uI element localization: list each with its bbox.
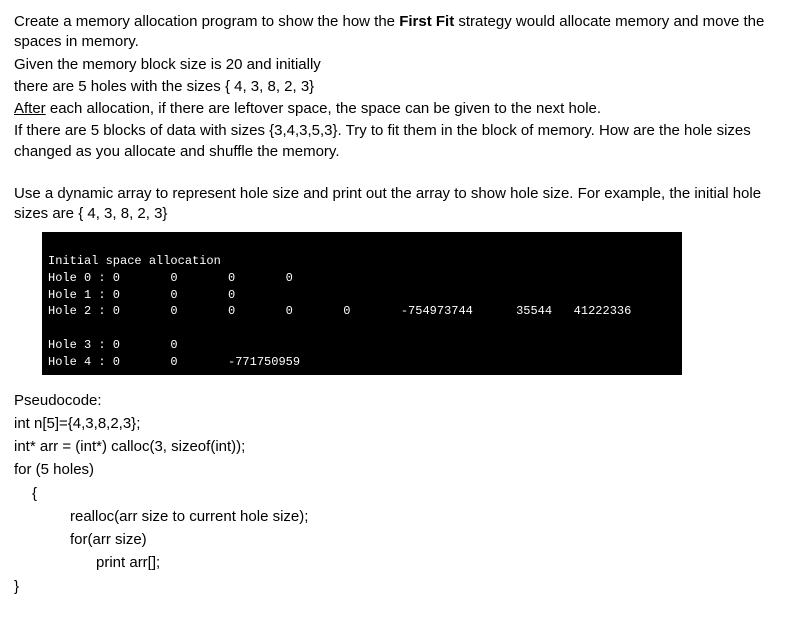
pseudocode-line: print arr[]; <box>14 551 773 574</box>
terminal-line: Hole 4 : 0 0 -771750959 <box>48 355 300 369</box>
pseudocode-label: Pseudocode: <box>14 389 773 412</box>
problem-statement-4: After each allocation, if there are left… <box>14 99 773 119</box>
problem-statement-5: If there are 5 blocks of data with sizes… <box>14 121 773 162</box>
terminal-output: Initial space allocation Hole 0 : 0 0 0 … <box>42 232 682 374</box>
terminal-line: Hole 0 : 0 0 0 0 <box>48 271 293 285</box>
terminal-line: Hole 2 : 0 0 0 0 0 -754973744 35544 4122… <box>48 304 747 318</box>
pseudocode-line: { <box>14 482 773 505</box>
problem-statement-3: there are 5 holes with the sizes { 4, 3,… <box>14 77 773 97</box>
pseudocode-line: int n[5]={4,3,8,2,3}; <box>14 412 773 435</box>
after-underlined: After <box>14 100 46 117</box>
problem-statement-1: Create a memory allocation program to sh… <box>14 12 773 53</box>
pseudocode-line: int* arr = (int*) calloc(3, sizeof(int))… <box>14 435 773 458</box>
terminal-line: Hole 3 : 0 0 <box>48 338 178 352</box>
problem-statement-2: Given the memory block size is 20 and in… <box>14 55 773 75</box>
pseudocode-line: realloc(arr size to current hole size); <box>14 505 773 528</box>
terminal-line: Initial space allocation <box>48 254 221 268</box>
text-part: Create a memory allocation program to sh… <box>14 13 399 30</box>
pseudocode-line: for(arr size) <box>14 528 773 551</box>
first-fit-emphasis: First Fit <box>399 13 454 30</box>
text-part: each allocation, if there are leftover s… <box>46 100 601 117</box>
pseudocode-line: for (5 holes) <box>14 458 773 481</box>
pseudocode-line: } <box>14 575 773 598</box>
terminal-line: Hole 1 : 0 0 0 <box>48 288 235 302</box>
hint-text: Use a dynamic array to represent hole si… <box>14 184 773 225</box>
pseudocode-block: Pseudocode: int n[5]={4,3,8,2,3}; int* a… <box>14 389 773 598</box>
